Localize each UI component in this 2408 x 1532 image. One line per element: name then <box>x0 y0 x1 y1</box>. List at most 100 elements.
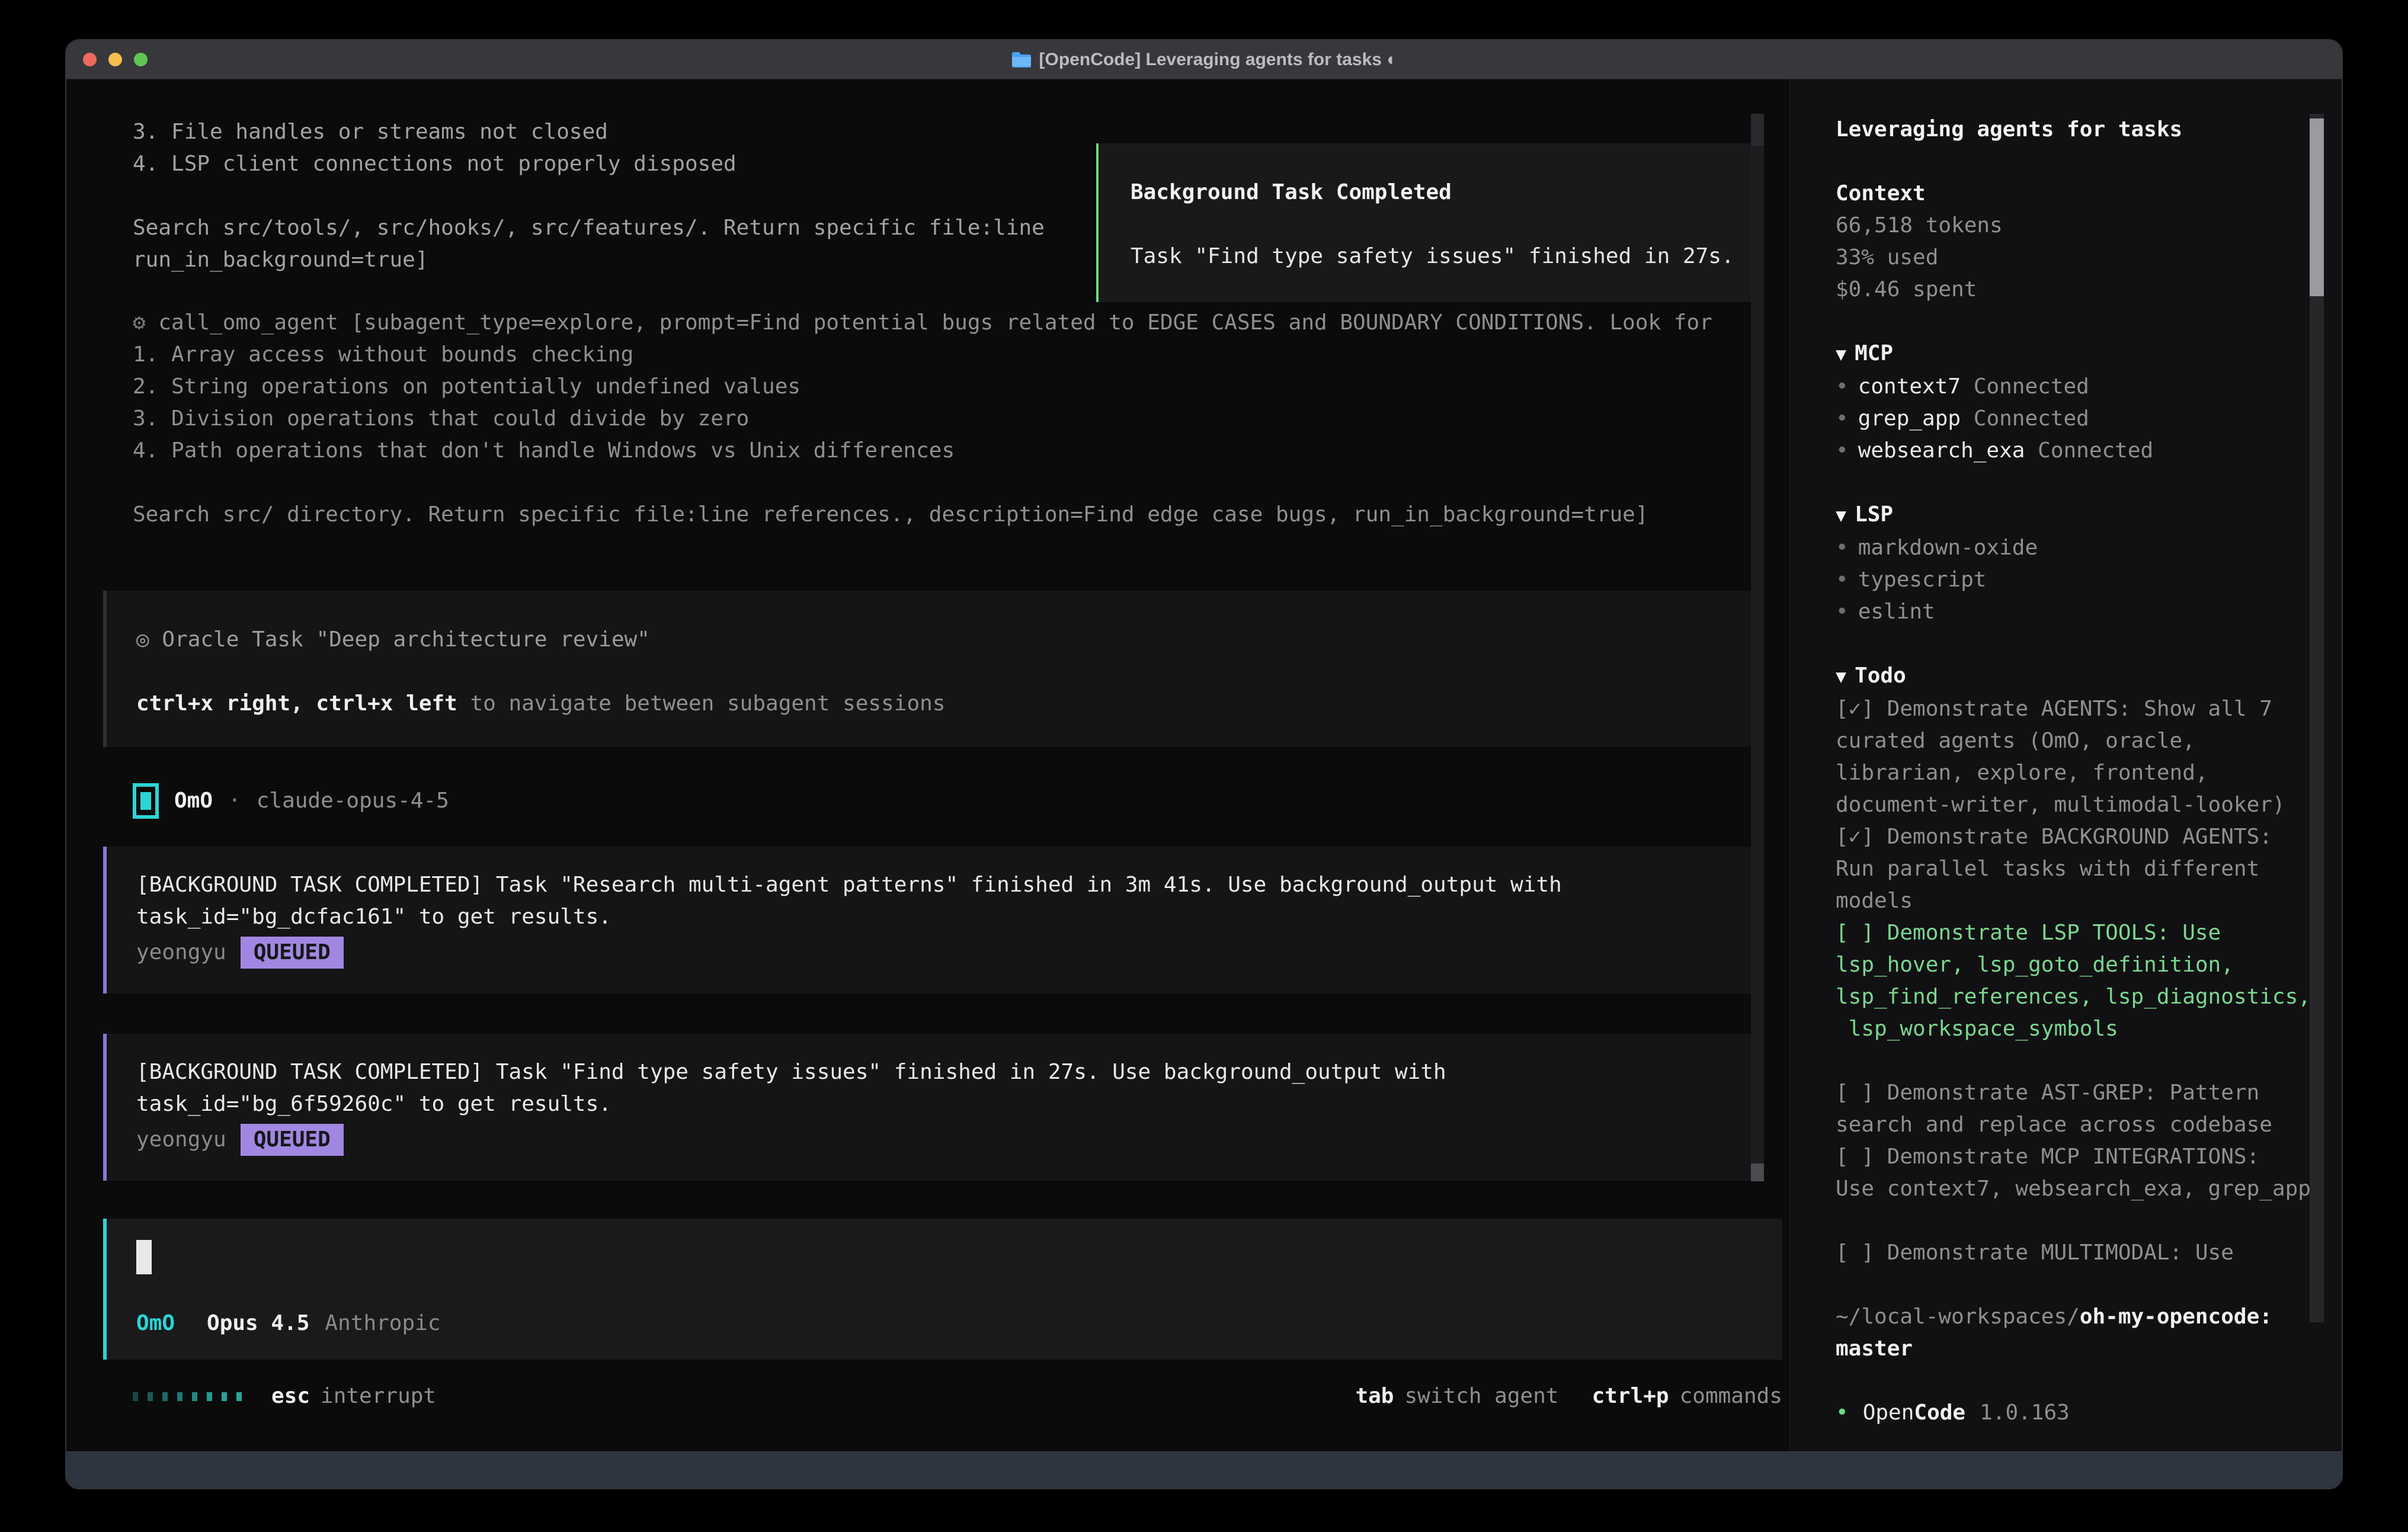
esc-key: esc <box>271 1380 310 1412</box>
status-dot-icon: • <box>1836 1397 1849 1429</box>
background-task-message: [BACKGROUND TASK COMPLETED] Task "Find t… <box>103 1034 1755 1181</box>
input-model-label: Opus 4.5 <box>207 1307 309 1339</box>
lsp-item: • eslint <box>1836 596 2342 628</box>
lsp-item: •markdown-oxide <box>1836 532 2342 564</box>
mcp-status: Connected <box>2038 438 2153 463</box>
todo-item: [ ] Demonstrate MULTIMODAL: Use <box>1836 1237 2342 1269</box>
todo-section: ▼Todo [✓] Demonstrate AGENTS: Show all 7… <box>1836 660 2342 1269</box>
app-name-bold: Code <box>1914 1397 1965 1429</box>
agent-header: OmO · claude-opus-4-5 <box>133 783 449 819</box>
window-titlebar[interactable]: [OpenCode] Leveraging agents for tasks ◐ <box>66 40 2342 79</box>
mcp-status: Connected <box>1974 374 2089 399</box>
zoom-button[interactable] <box>134 53 148 66</box>
text-cursor <box>136 1240 152 1274</box>
oracle-task-card: ◎ Oracle Task "Deep architecture review"… <box>103 591 1755 747</box>
terminal-pane: 3. File handles or streams not closed 4.… <box>66 79 1789 1451</box>
lsp-heading[interactable]: ▼LSP <box>1836 499 2342 532</box>
app-version: 1.0.163 <box>1980 1397 2070 1429</box>
separator-dot: · <box>228 785 241 817</box>
message-author: yeongyu <box>136 937 226 969</box>
context-spent: $0.46 spent <box>1836 274 2342 306</box>
tool-call-args: 1. Array access without bounds checking … <box>133 339 1712 531</box>
minimize-button[interactable] <box>108 53 122 66</box>
context-section: Context 66,518 tokens 33% used $0.46 spe… <box>1836 178 2342 306</box>
message-list: [BACKGROUND TASK COMPLETED] Task "Resear… <box>103 847 1755 1221</box>
esc-label: interrupt <box>321 1380 436 1412</box>
input-provider-label: Anthropic <box>325 1307 440 1339</box>
lsp-item: •typescript <box>1836 564 2342 596</box>
background-task-message: [BACKGROUND TASK COMPLETED] Task "Resear… <box>103 847 1755 993</box>
lsp-list: •markdown-oxide •typescript •eslint <box>1836 532 2342 628</box>
todo-item: [ ] Demonstrate AST-GREP: Pattern search… <box>1836 1077 2342 1141</box>
mcp-item: •context7 Connected <box>1836 371 2342 403</box>
collapse-triangle-icon: ▼ <box>1836 505 1846 526</box>
mcp-status: Connected <box>1974 406 2089 431</box>
bullet-icon: • <box>1836 374 1849 399</box>
status-badge: QUEUED <box>241 937 344 969</box>
lsp-name: eslint <box>1858 600 1935 624</box>
context-heading: Context <box>1836 178 2342 210</box>
lsp-section: ▼LSP •markdown-oxide •typescript •eslint <box>1836 499 2342 628</box>
todo-item: [✓] Demonstrate AGENTS: Show all 7 curat… <box>1836 693 2342 821</box>
bullet-icon: • <box>1836 536 1849 560</box>
message-body: [BACKGROUND TASK COMPLETED] Task "Resear… <box>136 869 1755 933</box>
sidebar-scrollbar-thumb[interactable] <box>2310 118 2324 296</box>
mcp-heading[interactable]: ▼MCP <box>1836 338 2342 371</box>
agent-name: OmO <box>174 785 213 817</box>
scrollbar-thumb-top[interactable] <box>1751 114 1764 146</box>
mcp-item: •websearch_exa Connected <box>1836 435 2342 467</box>
context-tokens: 66,518 tokens <box>1836 210 2342 242</box>
branch-name: master <box>1836 1337 1913 1361</box>
target-icon: ◎ <box>136 627 149 652</box>
tab-label: switch agent <box>1404 1380 1558 1412</box>
mcp-list: •context7 Connected •grep_app Connected … <box>1836 371 2342 467</box>
scrollbar-thumb-bottom[interactable] <box>1751 1164 1764 1181</box>
tool-call-line: call_omo_agent [subagent_type=explore, p… <box>146 310 1712 335</box>
commands-label: commands <box>1680 1380 1782 1412</box>
scrollback-text: 3. File handles or streams not closed 4.… <box>133 116 1045 276</box>
window-title: [OpenCode] Leveraging agents for tasks ◐ <box>1039 50 1398 70</box>
collapse-triangle-icon: ▼ <box>1836 344 1846 365</box>
gear-icon: ⚙ <box>133 310 146 335</box>
todo-heading[interactable]: ▼Todo <box>1836 660 2342 693</box>
tab-key: tab <box>1355 1380 1394 1412</box>
bullet-icon: • <box>1836 438 1849 463</box>
folder-icon <box>1011 51 1032 69</box>
mcp-item: • grep_app Connected <box>1836 403 2342 435</box>
path-prefix: ~/local-workspaces/ <box>1836 1305 2080 1329</box>
status-badge: QUEUED <box>241 1124 344 1156</box>
ctrl-p-key: ctrl+p <box>1592 1380 1669 1412</box>
tab-hint: tab switch agent <box>1355 1380 1558 1412</box>
input-agent-label: OmO <box>136 1307 175 1339</box>
window-bottom-edge <box>66 1451 2342 1488</box>
close-button[interactable] <box>83 53 97 66</box>
todo-item: [ ] Demonstrate MCP INTEGRATIONS: Use co… <box>1836 1141 2342 1205</box>
context-used: 33% used <box>1836 242 2342 274</box>
todo-item: [ ] Demonstrate LSP TOOLS: Use lsp_hover… <box>1836 917 2342 1045</box>
bullet-icon: • <box>1836 600 1849 624</box>
oracle-task-title: Oracle Task "Deep architecture review" <box>149 627 650 652</box>
bullet-icon: • <box>1836 406 1849 431</box>
sidebar-scrollbar[interactable] <box>2310 114 2324 1322</box>
status-bar: esc interrupt tab switch agent ctrl+p co… <box>133 1380 1782 1412</box>
activity-spinner-icon <box>133 1392 242 1401</box>
traffic-lights <box>83 40 148 79</box>
message-author: yeongyu <box>136 1124 226 1156</box>
prompt-input[interactable]: OmO Opus 4.5 Anthropic <box>103 1219 1782 1360</box>
esc-hint: esc interrupt <box>271 1380 436 1412</box>
mcp-name: grep_app <box>1858 406 1961 431</box>
commands-hint: ctrl+p commands <box>1592 1380 1782 1412</box>
notification-title: Background Task Completed <box>1131 177 1760 209</box>
collapse-triangle-icon: ▼ <box>1836 666 1846 687</box>
agent-square-icon <box>133 783 159 819</box>
agent-model: claude-opus-4-5 <box>257 785 449 817</box>
app-name-normal: Open <box>1863 1397 1914 1429</box>
terminal-scrollbar[interactable] <box>1751 114 1764 1181</box>
session-title: Leveraging agents for tasks <box>1836 114 2342 146</box>
session-sidebar: Leveraging agents for tasks Context 66,5… <box>1789 79 2342 1451</box>
shortcut-keys: ctrl+x right, ctrl+x left <box>136 691 457 716</box>
background-task-notification: Background Task Completed Task "Find typ… <box>1096 143 1762 302</box>
lsp-name: typescript <box>1858 568 1987 592</box>
notification-body: Task "Find type safety issues" finished … <box>1131 241 1760 273</box>
todo-list: [✓] Demonstrate AGENTS: Show all 7 curat… <box>1836 693 2342 1269</box>
